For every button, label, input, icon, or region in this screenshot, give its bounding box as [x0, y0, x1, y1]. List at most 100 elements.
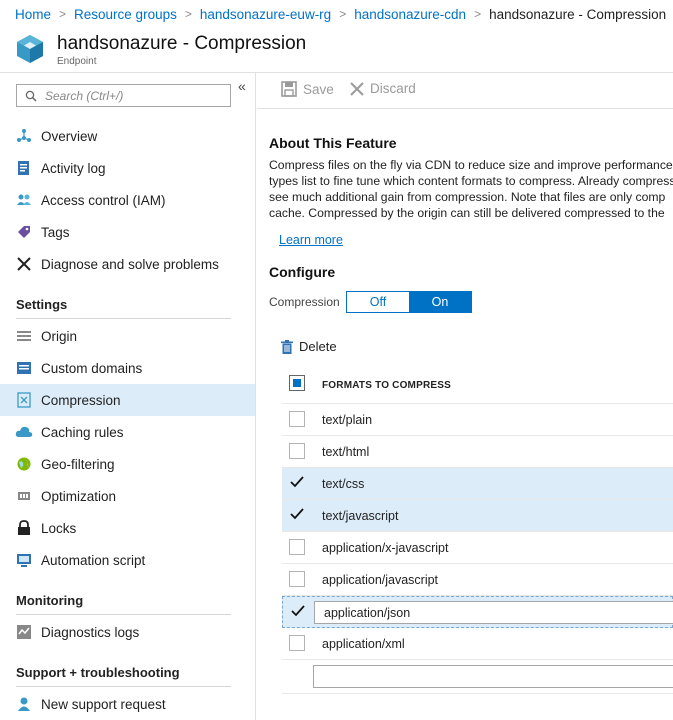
wrench-icon [15, 255, 33, 273]
column-header: FORMATS TO COMPRESS [322, 379, 451, 391]
select-all-checkbox[interactable] [289, 375, 305, 391]
sidebar-item-label: Custom domains [41, 360, 143, 376]
table-row[interactable]: application/x-javascript [282, 532, 673, 564]
breadcrumb-separator-icon: > [59, 7, 67, 21]
sidebar-item-label: Origin [41, 328, 78, 344]
row-checkbox[interactable] [289, 443, 305, 459]
table-row[interactable]: text/plain [282, 404, 673, 436]
sidebar-item-iam[interactable]: Access control (IAM) [0, 184, 255, 216]
compression-icon [15, 391, 33, 409]
sidebar-item-label: Locks [41, 520, 77, 536]
origin-icon [15, 327, 33, 345]
toggle-off-option[interactable]: Off [347, 292, 409, 312]
sidebar-item-label: Optimization [41, 488, 117, 504]
overview-icon [15, 127, 33, 145]
page-subtitle: Endpoint [57, 56, 97, 67]
discard-button[interactable]: Discard [350, 81, 416, 96]
sidebar-item-label: Compression [41, 392, 121, 408]
sidebar-item-label: Diagnostics logs [41, 624, 140, 640]
checkmark-icon[interactable] [288, 473, 306, 491]
sidebar-item-activity-log[interactable]: Activity log [0, 152, 255, 184]
delete-label: Delete [299, 339, 337, 354]
row-checkbox[interactable] [289, 571, 305, 587]
cdn-endpoint-icon [17, 35, 43, 63]
sidebar-item-new-support-request[interactable]: New support request [0, 688, 255, 720]
script-icon [15, 551, 33, 569]
sidebar-item-tags[interactable]: Tags [0, 216, 255, 248]
save-label: Save [303, 81, 334, 97]
sidebar-item-automation-script[interactable]: Automation script [0, 544, 255, 576]
breadcrumb-resource-group[interactable]: handsonazure-euw-rg [200, 7, 331, 22]
sidebar-item-label: Access control (IAM) [41, 192, 166, 208]
sidebar-item-custom-domains[interactable]: Custom domains [0, 352, 255, 384]
sidebar-item-label: Activity log [41, 160, 106, 176]
table-row[interactable]: application/javascript [282, 564, 673, 596]
search-placeholder: Search (Ctrl+/) [45, 88, 124, 103]
section-divider [16, 614, 231, 615]
sidebar-item-origin[interactable]: Origin [0, 320, 255, 352]
sidebar-item-diagnostics-logs[interactable]: Diagnostics logs [0, 616, 255, 648]
row-checkbox[interactable] [289, 411, 305, 427]
format-value: application/xml [322, 637, 405, 651]
delete-button[interactable]: Delete [281, 339, 337, 354]
monitoring-section-header: Monitoring [16, 593, 84, 608]
breadcrumb-home[interactable]: Home [15, 7, 51, 22]
row-checkbox[interactable] [289, 635, 305, 651]
blade-header: handsonazure - Compression Endpoint [0, 28, 673, 72]
sidebar: Search (Ctrl+/) « Overview Activity log … [0, 73, 256, 720]
tag-icon [15, 223, 33, 241]
format-value: application/x-javascript [322, 541, 449, 555]
format-edit-input[interactable]: application/json [314, 601, 673, 624]
sidebar-item-overview[interactable]: Overview [0, 120, 255, 152]
collapse-sidebar-icon[interactable]: « [238, 78, 246, 94]
learn-more-link[interactable]: Learn more [279, 233, 343, 247]
sidebar-item-locks[interactable]: Locks [0, 512, 255, 544]
table-row[interactable]: application/xml [282, 628, 673, 660]
breadcrumb-separator-icon: > [184, 7, 192, 21]
row-checkbox[interactable] [289, 539, 305, 555]
sidebar-item-caching-rules[interactable]: Caching rules [0, 416, 255, 448]
search-icon [25, 90, 37, 102]
table-row[interactable]: text/javascript [282, 500, 673, 532]
checkmark-icon[interactable] [289, 602, 307, 620]
about-description: Compress files on the fly via CDN to red… [269, 157, 673, 221]
sidebar-item-optimization[interactable]: Optimization [0, 480, 255, 512]
discard-label: Discard [370, 81, 416, 96]
cloud-icon [15, 423, 33, 441]
table-row[interactable]: text/html [282, 436, 673, 468]
settings-section-header: Settings [16, 297, 68, 312]
diagnostics-icon [15, 623, 33, 641]
custom-domains-icon [15, 359, 33, 377]
trash-icon [281, 339, 293, 354]
save-icon [281, 81, 297, 97]
sidebar-item-compression[interactable]: Compression [0, 384, 255, 416]
table-row-editing[interactable]: application/json [282, 596, 673, 628]
optimization-icon [15, 487, 33, 505]
about-line: see much additional gain from compressio… [269, 190, 666, 204]
format-value: application/javascript [322, 573, 439, 587]
save-button[interactable]: Save [281, 81, 334, 97]
support-icon [15, 695, 33, 713]
sidebar-item-geo-filtering[interactable]: Geo-filtering [0, 448, 255, 480]
table-row[interactable]: text/css [282, 468, 673, 500]
toggle-on-option[interactable]: On [409, 292, 471, 312]
new-format-input[interactable] [313, 665, 673, 688]
breadcrumb-cdn-profile[interactable]: handsonazure-cdn [354, 7, 466, 22]
activity-log-icon [15, 159, 33, 177]
sidebar-item-label: Geo-filtering [41, 456, 115, 472]
command-bar: Save Discard [257, 73, 673, 109]
section-divider [16, 318, 231, 319]
sidebar-item-label: Diagnose and solve problems [41, 256, 219, 272]
format-edit-value: application/json [324, 605, 411, 620]
checkmark-icon[interactable] [288, 505, 306, 523]
support-section-header: Support + troubleshooting [16, 665, 180, 680]
breadcrumb-resource-groups[interactable]: Resource groups [74, 7, 177, 22]
sidebar-item-label: Automation script [41, 552, 146, 568]
search-input[interactable]: Search (Ctrl+/) [16, 84, 231, 107]
format-value: text/plain [322, 413, 373, 427]
compression-toggle[interactable]: Off On [346, 291, 472, 313]
page-title: handsonazure - Compression [57, 33, 307, 54]
sidebar-item-diagnose[interactable]: Diagnose and solve problems [0, 248, 255, 280]
breadcrumb-current: handsonazure - Compression [489, 6, 667, 22]
sidebar-item-label: New support request [41, 696, 166, 712]
